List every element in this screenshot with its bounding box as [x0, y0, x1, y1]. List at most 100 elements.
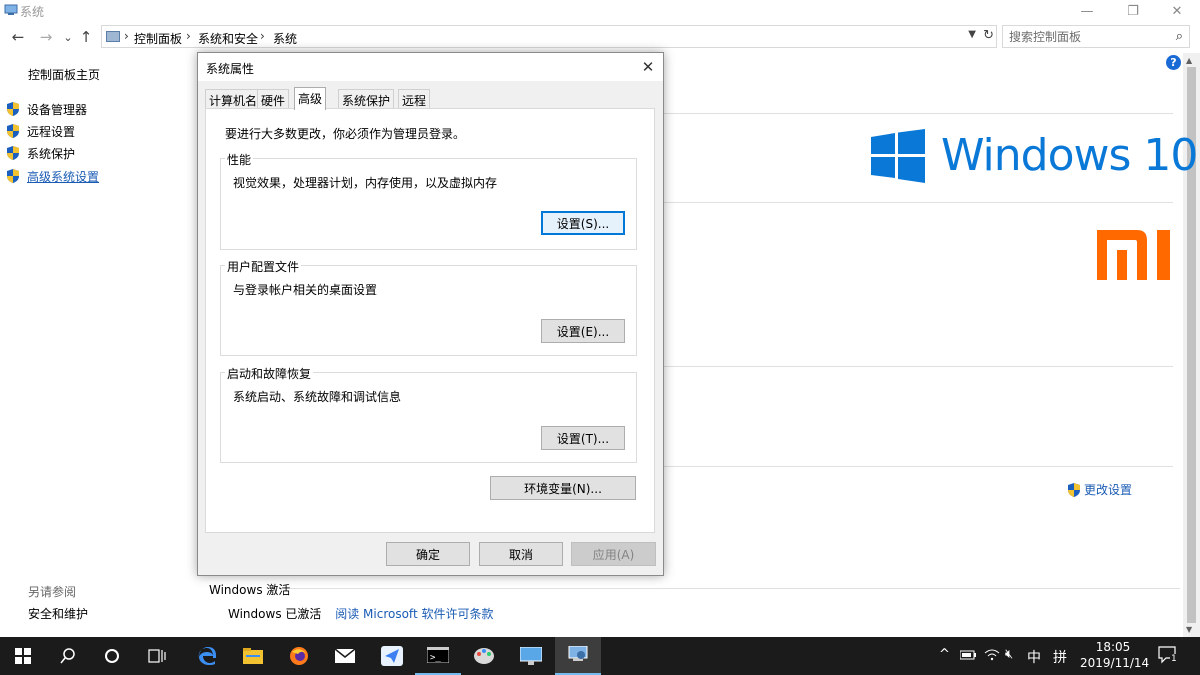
activation-status-row: Windows 已激活 阅读 Microsoft 软件许可条款: [228, 605, 493, 622]
change-settings-label[interactable]: 更改设置: [1084, 481, 1132, 498]
apply-button[interactable]: 应用(A): [571, 542, 656, 566]
admin-note: 要进行大多数更改，你必须作为管理员登录。: [225, 127, 466, 141]
search-icon: [60, 648, 75, 664]
tab-advanced[interactable]: 高级: [294, 87, 327, 110]
cortana-button[interactable]: [89, 637, 135, 675]
activation-divider: [290, 588, 1180, 589]
tab-computer-name[interactable]: 计算机名: [205, 89, 262, 109]
windows-flag-icon: [871, 129, 925, 183]
scroll-down-icon[interactable]: ▼: [1186, 625, 1192, 634]
advanced-tab-panel: 要进行大多数更改，你必须作为管理员登录。 性能 视觉效果，处理器计划，内存使用，…: [205, 108, 655, 533]
task-view-button[interactable]: [134, 637, 180, 675]
taskbar-mail[interactable]: [322, 637, 368, 675]
maximize-button[interactable]: ❐: [1110, 0, 1156, 22]
system-properties-dialog: 系统属性 ✕ 计算机名 硬件 高级 系统保护 远程 要进行大多数更改，你必须作为…: [197, 52, 664, 576]
performance-desc: 视觉效果，处理器计划，内存使用，以及虚拟内存: [233, 176, 498, 190]
dialog-titlebar[interactable]: 系统属性 ✕: [198, 53, 663, 81]
section-divider: [660, 466, 1173, 467]
task-label[interactable]: 设备管理器: [27, 101, 87, 118]
windows-10-logo: Windows 10: [871, 128, 1198, 184]
task-remote-settings[interactable]: 远程设置: [5, 122, 75, 140]
task-label[interactable]: 高级系统设置: [27, 168, 99, 185]
tab-remote[interactable]: 远程: [398, 89, 431, 109]
remote-desktop-icon: [520, 647, 542, 665]
control-panel-home-link[interactable]: 控制面板主页: [28, 66, 100, 83]
search-input[interactable]: [1009, 29, 1159, 45]
task-advanced-system-settings[interactable]: 高级系统设置: [5, 167, 99, 185]
taskbar: >_ ^ 🔇︎ 中 拼 18:05 2019/11/14 1: [0, 637, 1200, 675]
dialog-close-button[interactable]: ✕: [633, 53, 663, 81]
performance-settings-button[interactable]: 设置(S)...: [541, 211, 625, 235]
navigation-bar: ← → ⌄ ↑ › 控制面板 › 系统和安全 › 系统 ▼ ↻ ⌕: [0, 24, 1200, 50]
change-settings-link[interactable]: 更改设置: [1066, 481, 1132, 498]
paper-plane-app-icon: [381, 646, 403, 666]
help-icon[interactable]: ?: [1166, 55, 1181, 70]
taskbar-remote-desktop[interactable]: [508, 637, 554, 675]
xiaomi-logo: [1097, 230, 1170, 280]
task-view-icon: [148, 649, 166, 663]
address-dropdown-icon[interactable]: ▼: [968, 29, 976, 40]
control-panel-icon: [106, 31, 120, 42]
close-button[interactable]: ✕: [1154, 0, 1200, 22]
taskbar-feishu[interactable]: [369, 637, 415, 675]
activation-heading: Windows 激活: [209, 583, 291, 597]
user-profiles-desc: 与登录帐户相关的桌面设置: [233, 283, 378, 297]
task-system-protection[interactable]: 系统保护: [5, 144, 75, 162]
environment-variables-button[interactable]: 环境变量(N)...: [490, 476, 636, 500]
tab-system-protection[interactable]: 系统保护: [338, 89, 395, 109]
breadcrumb-separator: ›: [186, 29, 191, 43]
search-button[interactable]: [45, 637, 91, 675]
taskbar-paint[interactable]: [461, 637, 507, 675]
start-button[interactable]: [0, 637, 46, 675]
clock[interactable]: 18:05 2019/11/14: [1080, 639, 1149, 671]
uac-shield-icon: [1068, 482, 1080, 497]
breadcrumb-control-panel[interactable]: 控制面板: [134, 30, 182, 47]
minimize-button[interactable]: —: [1064, 0, 1110, 22]
breadcrumb-system-security[interactable]: 系统和安全: [198, 30, 258, 47]
back-button[interactable]: ←: [8, 27, 28, 47]
taskbar-firefox[interactable]: [276, 637, 322, 675]
breadcrumb-system[interactable]: 系统: [273, 30, 297, 47]
action-center-button[interactable]: 1: [1158, 646, 1178, 664]
input-mode-indicator[interactable]: 中: [1027, 647, 1041, 667]
taskbar-system-properties[interactable]: [555, 637, 601, 675]
uac-shield-icon: [7, 146, 19, 160]
edge-icon: [198, 647, 216, 665]
tab-hardware[interactable]: 硬件: [257, 89, 290, 109]
ime-indicator[interactable]: 拼: [1053, 647, 1067, 667]
taskbar-file-explorer[interactable]: [230, 637, 276, 675]
startup-recovery-settings-button[interactable]: 设置(T)...: [541, 426, 625, 450]
user-profiles-settings-button[interactable]: 设置(E)...: [541, 319, 625, 343]
license-terms-link[interactable]: 阅读 Microsoft 软件许可条款: [335, 607, 493, 621]
search-icon[interactable]: ⌕: [1176, 29, 1183, 44]
startup-recovery-title: 启动和故障恢复: [225, 365, 314, 382]
taskbar-edge[interactable]: [184, 637, 230, 675]
uac-shield-icon: [7, 169, 19, 183]
up-button[interactable]: ↑: [76, 27, 96, 47]
volume-muted-icon[interactable]: 🔇︎: [1005, 647, 1013, 662]
search-box[interactable]: ⌕: [1002, 25, 1190, 48]
task-label[interactable]: 远程设置: [27, 123, 75, 140]
clock-time: 18:05: [1095, 640, 1131, 654]
taskbar-terminal[interactable]: >_: [415, 637, 461, 675]
forward-button[interactable]: →: [36, 27, 56, 47]
cortana-icon: [105, 649, 119, 663]
task-device-manager[interactable]: 设备管理器: [5, 100, 87, 118]
cancel-button[interactable]: 取消: [479, 542, 563, 566]
address-bar[interactable]: › 控制面板 › 系统和安全 › 系统 ▼ ↻: [101, 25, 997, 48]
ok-button[interactable]: 确定: [386, 542, 470, 566]
wifi-icon[interactable]: [984, 648, 1000, 662]
scroll-up-icon[interactable]: ▲: [1186, 56, 1192, 65]
security-maintenance-link[interactable]: 安全和维护: [28, 605, 88, 622]
startup-recovery-group: 启动和故障恢复 系统启动、系统故障和调试信息 设置(T)...: [220, 365, 637, 463]
system-properties-icon: [568, 646, 588, 661]
windows-10-wordmark: Windows 10: [941, 130, 1198, 181]
recent-locations-button[interactable]: ⌄: [58, 27, 78, 47]
paint-palette-icon: [474, 648, 494, 664]
task-label[interactable]: 系统保护: [27, 145, 75, 162]
section-divider: [660, 202, 1173, 203]
battery-icon[interactable]: [960, 650, 976, 660]
refresh-button[interactable]: ↻: [983, 28, 994, 43]
file-explorer-icon: [243, 648, 263, 664]
show-hidden-icons-button[interactable]: ^: [939, 647, 950, 662]
